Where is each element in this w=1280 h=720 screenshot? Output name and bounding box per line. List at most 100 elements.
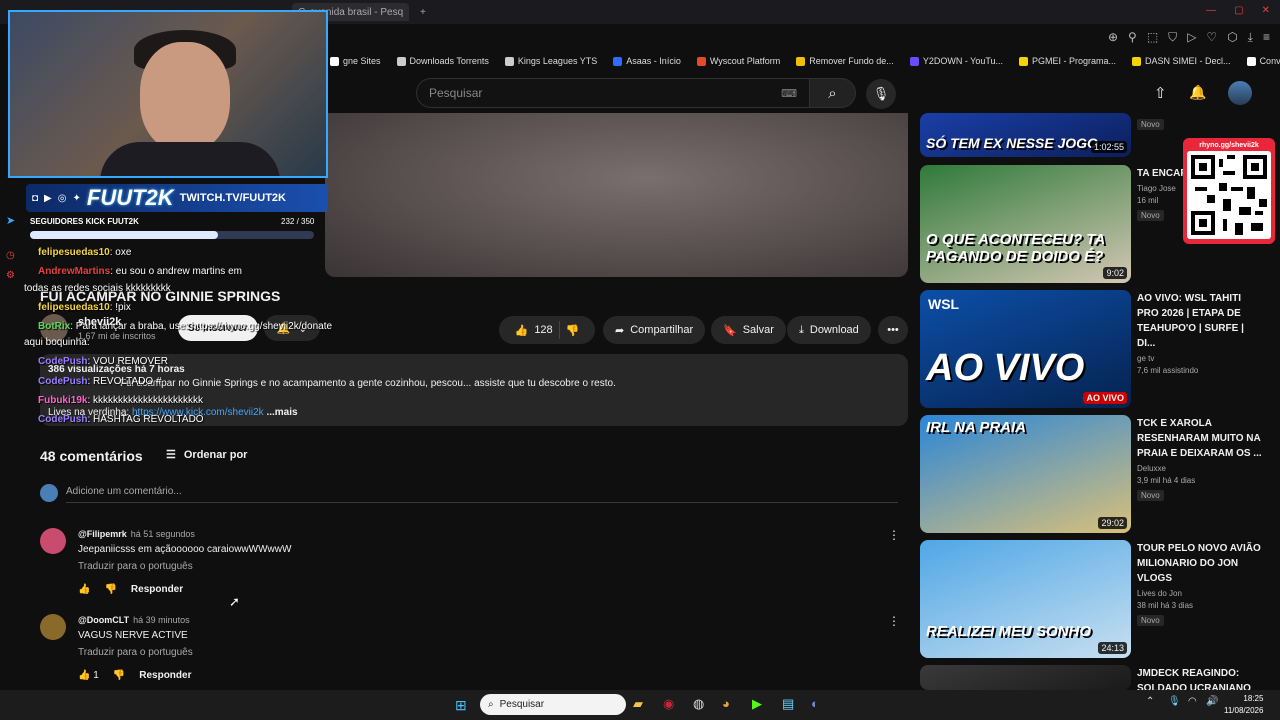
discord-icon[interactable]: ◐ bbox=[811, 696, 819, 711]
thumbnail-text: SÓ TEM EX NESSE JOGO bbox=[926, 135, 1098, 151]
translate-link[interactable]: Traduzir para o português bbox=[78, 561, 193, 572]
brand-logo: FUUT2K bbox=[86, 185, 174, 210]
search-input[interactable]: Pesquisar ⌨ bbox=[416, 78, 810, 108]
chat-username: BotRix bbox=[38, 321, 71, 332]
heart-icon[interactable]: ♡ bbox=[1206, 30, 1217, 45]
more-actions-button[interactable]: ••• bbox=[878, 316, 908, 344]
mic-tray-icon[interactable]: 🎙 bbox=[1168, 696, 1181, 707]
file-explorer-icon[interactable]: ▰ bbox=[633, 696, 643, 712]
chat-username: felipesuedas10 bbox=[38, 247, 110, 258]
recommendation-thumbnail[interactable]: REALIZEI MEU SONHO 24:13 bbox=[920, 540, 1131, 658]
chat-text: : VOU REMOVER bbox=[87, 356, 169, 367]
comment-dislike-button[interactable]: 👎 bbox=[113, 670, 125, 681]
comment-author[interactable]: @DoomCLT bbox=[78, 615, 129, 625]
keyboard-icon[interactable]: ⌨ bbox=[781, 87, 797, 100]
bookmark-item[interactable]: PGMEI - Programa... bbox=[1019, 52, 1116, 70]
close-icon[interactable]: ✕ bbox=[1262, 5, 1270, 16]
pin-icon[interactable]: ⚲ bbox=[1128, 30, 1137, 45]
upload-icon[interactable]: ⇧ bbox=[1154, 84, 1167, 102]
kick-icon[interactable]: ▶ bbox=[752, 696, 762, 712]
chrome-icon[interactable]: ◕ bbox=[722, 696, 730, 711]
instagram-icon: ◎ bbox=[57, 192, 67, 204]
bookmark-item[interactable]: DASN SIMEI - Decl... bbox=[1132, 52, 1231, 70]
comment-avatar[interactable] bbox=[40, 614, 66, 640]
thumbs-up-icon: 👍 bbox=[514, 324, 529, 337]
add-comment-underline bbox=[66, 502, 898, 503]
chat-text: : kkkkkkkkkkkkkkkkkkkkkk bbox=[87, 395, 204, 406]
dislike-button[interactable]: 👎 bbox=[566, 324, 580, 337]
comment-avatar[interactable] bbox=[40, 528, 66, 554]
extensions-icon[interactable]: ⬡ bbox=[1227, 30, 1237, 45]
voice-search-button[interactable]: 🎙 bbox=[866, 79, 896, 109]
bookmark-item[interactable]: Y2DOWN - YouTu... bbox=[909, 52, 1003, 70]
comment-time[interactable]: há 39 minutos bbox=[133, 615, 190, 625]
new-tab-button[interactable]: + bbox=[414, 3, 432, 21]
video-player[interactable] bbox=[325, 113, 908, 277]
notifications-bell-icon[interactable]: 🔔 bbox=[1189, 84, 1206, 101]
bookmark-item[interactable]: Wyscout Platform bbox=[696, 52, 780, 70]
comment-time[interactable]: há 51 segundos bbox=[131, 529, 195, 539]
bookmark-item[interactable]: Downloads Torrents bbox=[396, 52, 489, 70]
qr-label: rhyno.gg/shevii2k bbox=[1199, 142, 1259, 149]
steam-icon[interactable]: ◍ bbox=[693, 696, 704, 712]
account-avatar[interactable] bbox=[1228, 81, 1252, 105]
menu-icon[interactable]: ≡ bbox=[1263, 30, 1270, 45]
bookmark-item[interactable]: Kings Leagues YTS bbox=[504, 52, 597, 70]
translate-link[interactable]: Traduzir para o português bbox=[78, 647, 193, 658]
reply-button[interactable]: Responder bbox=[131, 584, 183, 595]
reply-button[interactable]: Responder bbox=[139, 670, 191, 681]
comment-dislike-button[interactable]: 👎 bbox=[104, 584, 116, 595]
bookmark-item[interactable]: Conversor de You... bbox=[1246, 52, 1280, 70]
recommendation-info[interactable]: AO VIVO: WSL TAHITI PRO 2026 | ETAPA DE … bbox=[1137, 291, 1262, 375]
thumbs-up-icon: 👍 bbox=[78, 670, 91, 681]
opera-icon[interactable]: ◉ bbox=[663, 696, 674, 712]
share-button[interactable]: ➦ Compartilhar bbox=[603, 316, 706, 344]
shield-icon[interactable]: ⛉ bbox=[1168, 30, 1177, 45]
comment-more-icon[interactable]: ⋮ bbox=[888, 528, 900, 542]
bookmark-favicon-icon bbox=[396, 56, 406, 66]
comment-like-button[interactable]: 👍 1 bbox=[78, 670, 99, 681]
bookmark-favicon-icon bbox=[696, 56, 706, 66]
volume-icon[interactable]: 🔊 bbox=[1206, 696, 1218, 707]
zoom-icon[interactable]: ⊕ bbox=[1108, 30, 1118, 45]
comment-author[interactable]: @Filipemrk bbox=[78, 529, 127, 539]
chat-message: CodePush: HASHTAG REVOLTADO bbox=[38, 414, 204, 425]
minimize-icon[interactable]: — bbox=[1206, 5, 1216, 16]
download-button[interactable]: ⤓ Download bbox=[787, 316, 871, 344]
bookmark-item[interactable]: gne Sites bbox=[330, 52, 381, 70]
chevron-up-icon[interactable]: ⌃ bbox=[1146, 696, 1154, 707]
sort-comments-button[interactable]: ☰ Ordenar por bbox=[166, 448, 247, 462]
recommendation-info[interactable]: TOUR PELO NOVO AVIÃO MILIONARIO DO JON V… bbox=[1137, 541, 1262, 628]
thumbs-down-icon: 👎 bbox=[112, 670, 126, 681]
play-icon[interactable]: ▷ bbox=[1187, 30, 1196, 45]
show-more-link[interactable]: ...mais bbox=[266, 407, 297, 418]
recommendation-thumbnail[interactable] bbox=[920, 665, 1131, 690]
windows-start-icon[interactable]: ⊞ bbox=[455, 697, 467, 714]
recommendation-thumbnail[interactable]: SÓ TEM EX NESSE JOGO 1:02:55 bbox=[920, 113, 1131, 157]
system-clock[interactable]: 18:25 11/08/2026 bbox=[1224, 693, 1263, 717]
recommendation-info[interactable]: TCK E XAROLA RESENHARAM MUITO NA PRAIA E… bbox=[1137, 416, 1262, 503]
comment-like-button[interactable]: 👍 bbox=[78, 584, 90, 595]
wifi-icon[interactable]: ◠ bbox=[1188, 696, 1197, 707]
save-button[interactable]: 🔖 Salvar bbox=[711, 316, 786, 344]
search-button[interactable]: ⌕ bbox=[810, 78, 856, 108]
comment-text: Jeepaniicsss em açãoooooo caraiowwWWwwW bbox=[78, 544, 292, 555]
comment-author-line: @Filipemrk há 51 segundos bbox=[78, 529, 195, 539]
search-icon: ⌕ bbox=[828, 84, 837, 102]
comment-more-icon[interactable]: ⋮ bbox=[888, 614, 900, 628]
recommendation-thumbnail[interactable]: O QUE ACONTECEU? TA PAGANDO DE DOIDO É? 9… bbox=[920, 165, 1131, 283]
recommendation-thumbnail[interactable]: AO VIVO WSL AO VIVO bbox=[920, 290, 1131, 408]
chat-username: CodePush bbox=[38, 376, 88, 387]
add-comment-input[interactable]: Adicione um comentário... bbox=[66, 486, 182, 497]
bookmark-item[interactable]: Asaas - Início bbox=[613, 52, 681, 70]
recommendation-thumbnail[interactable]: IRL NA PRAIA 29:02 bbox=[920, 415, 1131, 533]
bookmark-item[interactable]: Remover Fundo de... bbox=[796, 52, 894, 70]
like-button[interactable]: 👍 128 bbox=[515, 324, 553, 337]
notepad-icon[interactable]: ▤ bbox=[782, 696, 794, 712]
maximize-icon[interactable]: ▢ bbox=[1234, 5, 1243, 16]
recommendation-info[interactable]: Novo bbox=[1137, 114, 1262, 132]
chat-text: : eu sou o andrew martins em bbox=[110, 266, 242, 277]
taskbar-search[interactable]: ⌕ Pesquisar bbox=[480, 694, 626, 715]
screenshot-icon[interactable]: ⬚ bbox=[1147, 30, 1158, 45]
downloads-icon[interactable]: ⤓ bbox=[1248, 30, 1253, 45]
